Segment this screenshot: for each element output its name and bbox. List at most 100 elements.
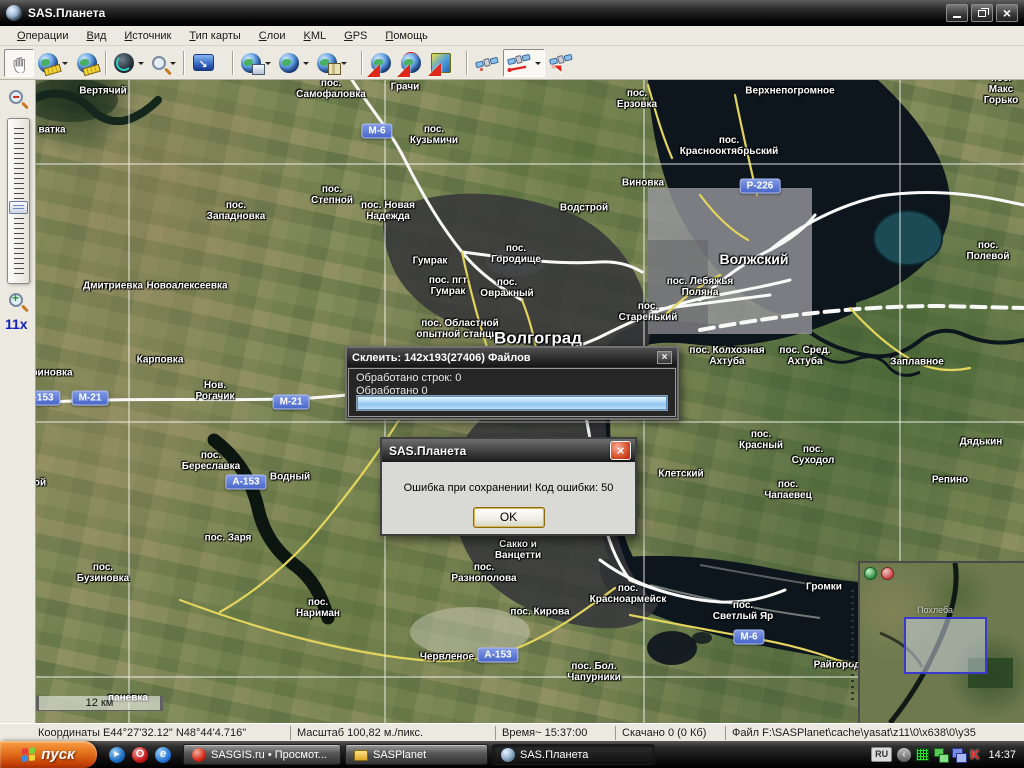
menu-source[interactable]: Источник <box>115 28 180 44</box>
goto-download-button-1[interactable] <box>366 49 396 77</box>
menu-operations[interactable]: Операции <box>8 28 77 44</box>
menu-kml[interactable]: KML <box>295 28 336 44</box>
status-scale: Масштаб 100,82 м./пикс. <box>290 726 495 740</box>
taskbar-item-sasgis[interactable]: SASGIS.ru • Просмот... <box>183 744 341 765</box>
download-view-button[interactable] <box>237 49 275 77</box>
source-globe-button[interactable] <box>110 49 148 77</box>
map-place-label: пос. Городище <box>491 243 541 265</box>
restore-button[interactable] <box>971 4 993 22</box>
pan-tool-button[interactable] <box>4 49 34 77</box>
fullscreen-button[interactable] <box>188 49 218 77</box>
map-place-label: пос. Кузьмичи <box>410 124 458 146</box>
toolbar-separator <box>105 51 107 75</box>
globe-icon <box>279 53 299 73</box>
ok-button[interactable]: OK <box>473 507 545 528</box>
menu-view[interactable]: Вид <box>77 28 115 44</box>
map-place-label: пос. Береславка <box>182 450 240 472</box>
globe-tiles-icon <box>317 53 337 73</box>
map-place-label: Червленое <box>420 651 474 662</box>
minimap-drag-handle[interactable] <box>851 590 854 700</box>
globe-red-arrow-icon <box>401 53 421 73</box>
status-file-path: Файл F:\SASPlanet\cache\yasat\z11\0\x638… <box>725 726 1024 740</box>
toolbar <box>0 46 1024 80</box>
lan-status-icon[interactable] <box>934 748 947 761</box>
menubar: Операции Вид Источник Тип карты Слои KML… <box>0 26 1024 46</box>
network-traffic-icon[interactable] <box>916 748 929 761</box>
error-dialog: SAS.Планета × Ошибка при сохранении! Код… <box>380 437 637 536</box>
language-indicator[interactable]: RU <box>871 747 892 762</box>
zoom-slider-thumb[interactable] <box>9 201 28 214</box>
globe-ruler-icon <box>77 53 97 73</box>
map-place-label: Репино <box>932 474 968 485</box>
taskbar-item-sasplaneta[interactable]: SAS.Планета <box>492 744 655 765</box>
zoom-tool-button[interactable] <box>148 49 180 77</box>
gps-track-button[interactable] <box>503 49 545 77</box>
zoom-in-icon[interactable] <box>9 293 23 307</box>
map-place-label: риновка <box>36 367 73 378</box>
map-place-label: пос. Западновка <box>207 200 266 222</box>
minimap-panel[interactable]: Похлеба <box>858 561 1024 723</box>
start-button[interactable]: пуск <box>0 741 97 768</box>
map-place-label: пос. Новая Надежда <box>361 200 415 222</box>
tray-collapse-icon[interactable]: ‹ <box>897 748 911 762</box>
minimize-icon <box>953 16 961 18</box>
internet-maps-button[interactable] <box>275 49 313 77</box>
map-place-label: пос. Чапаевец <box>764 479 811 501</box>
map-place-label: Дмитриевка <box>83 280 143 291</box>
minimap-view-rect[interactable] <box>904 617 987 674</box>
menu-gps[interactable]: GPS <box>335 28 376 44</box>
goto-download-button-2[interactable] <box>396 49 426 77</box>
magnifier-icon <box>152 56 166 70</box>
minimap-globe-icon[interactable] <box>864 567 877 580</box>
menu-map-type[interactable]: Тип карты <box>180 28 249 44</box>
gps-satellite-button[interactable] <box>471 49 503 77</box>
map-place-label: Дядькин <box>960 436 1003 447</box>
gps-marker-button[interactable] <box>545 49 577 77</box>
sasplanet-app-icon <box>501 748 515 762</box>
map-place-label: Виновка <box>622 177 664 188</box>
hand-icon <box>9 53 29 73</box>
close-button[interactable]: × <box>996 4 1018 22</box>
satellite-arrow-icon <box>549 52 573 74</box>
zoom-level-label: 11x <box>5 316 28 332</box>
error-dialog-titlebar[interactable]: SAS.Планета × <box>382 439 635 462</box>
chevron-down-icon <box>535 62 541 68</box>
error-close-button[interactable]: × <box>610 441 631 460</box>
map-place-label: пос. Краснооктябрьский <box>680 135 779 157</box>
zoom-out-icon[interactable] <box>9 90 23 104</box>
close-icon: × <box>1003 6 1011 20</box>
map-place-label: пос. Заря <box>205 532 252 543</box>
toolbar-separator <box>361 51 363 75</box>
taskbar-item-sasplanet-folder[interactable]: SASPlanet <box>345 744 488 765</box>
globe-red-arrow-icon <box>371 53 391 73</box>
minimap-layer-icon[interactable] <box>881 567 894 580</box>
goto-download-button-3[interactable] <box>426 49 456 77</box>
road-badge: М-21 <box>72 391 109 406</box>
minimize-button[interactable] <box>946 4 968 22</box>
error-message: Ошибка при сохранении! Код ошибки: 50 <box>382 482 635 494</box>
map-place-label: пос. Овражный <box>480 277 533 299</box>
map-place-label: пос. Лебяжья Поляна <box>667 276 734 298</box>
map-place-label: пос. Полевой <box>966 240 1009 262</box>
progress-close-button[interactable]: × <box>657 351 672 364</box>
internet-explorer-icon[interactable]: e <box>155 747 171 763</box>
network-computers-icon[interactable] <box>952 748 965 761</box>
map-place-label: пос. Суходол <box>792 444 835 466</box>
antivirus-icon[interactable]: K <box>970 748 979 761</box>
chevron-down-icon <box>265 62 271 68</box>
progress-dialog-titlebar[interactable]: Склеить: 142x193(27406) Файлов × <box>347 348 677 367</box>
chevron-down-icon <box>62 62 68 68</box>
road-badge: А-153 <box>36 391 61 406</box>
fullscreen-icon <box>193 54 214 71</box>
zoom-slider[interactable] <box>7 118 30 284</box>
media-player-icon[interactable]: ▸ <box>109 747 125 763</box>
menu-layers[interactable]: Слои <box>250 28 295 44</box>
selection-tool-button[interactable] <box>34 49 72 77</box>
chevron-down-icon <box>170 62 176 68</box>
cached-maps-button[interactable] <box>313 49 351 77</box>
measure-tool-button[interactable] <box>72 49 102 77</box>
menu-help[interactable]: Помощь <box>376 28 437 44</box>
opera-icon[interactable]: O <box>132 747 148 763</box>
road-badge: А-153 <box>477 648 518 663</box>
clock[interactable]: 14:37 <box>988 749 1016 761</box>
